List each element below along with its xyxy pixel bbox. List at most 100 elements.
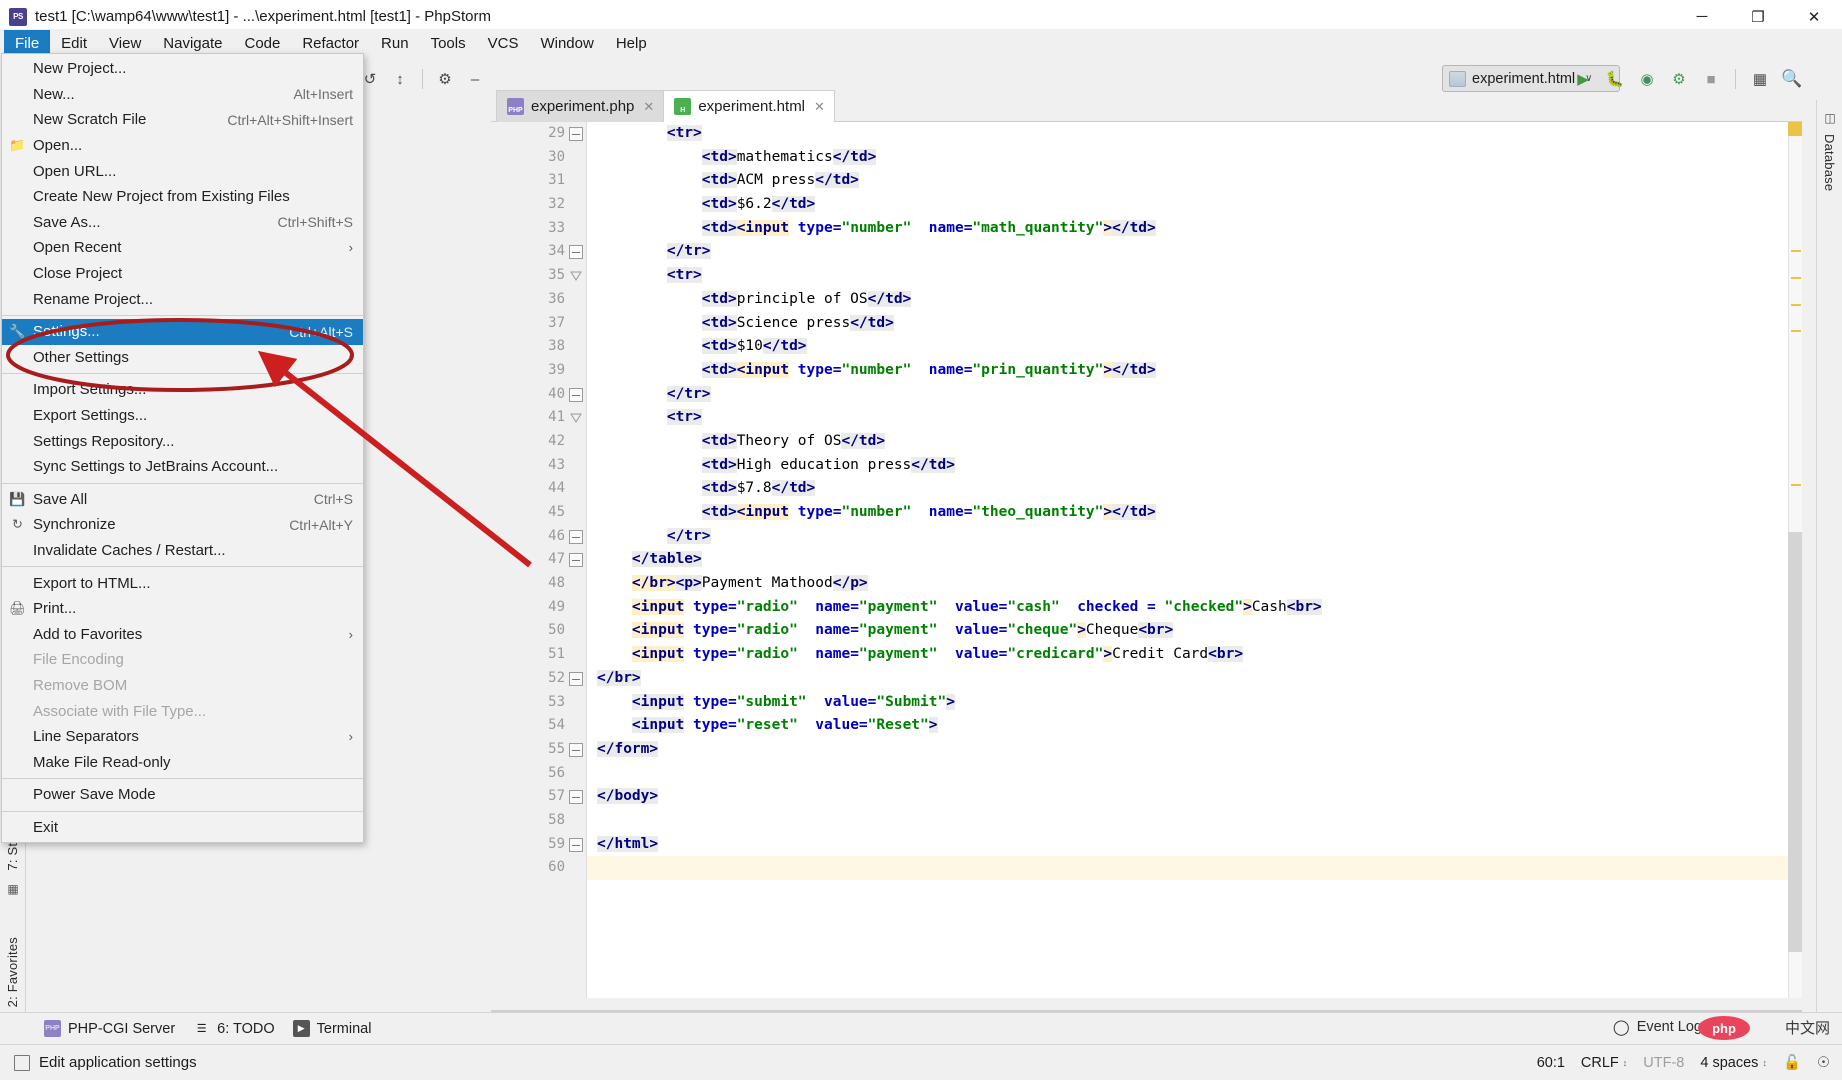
search-everywhere-icon[interactable]: 🔍 xyxy=(1778,65,1806,93)
fold-collapse-icon[interactable] xyxy=(569,127,583,141)
fold-open-icon[interactable] xyxy=(569,411,583,425)
code-line[interactable]: </table> xyxy=(587,548,1802,572)
file-menu-item-close-project[interactable]: Close Project xyxy=(2,261,363,287)
code-line[interactable]: <tr> xyxy=(587,264,1802,288)
file-menu-item-export-settings[interactable]: Export Settings... xyxy=(2,403,363,429)
code-line[interactable]: <input type="submit" value="Submit"> xyxy=(587,691,1802,715)
file-menu-item-exit[interactable]: Exit xyxy=(2,815,363,841)
code-line[interactable]: <td>$6.2</td> xyxy=(587,193,1802,217)
code-line[interactable]: <td>$7.8</td> xyxy=(587,477,1802,501)
file-menu-item-create-new-project-from-existing-files[interactable]: Create New Project from Existing Files xyxy=(2,184,363,210)
fold-collapse-icon[interactable] xyxy=(569,245,583,259)
bottom-tool-6-todo[interactable]: ☰6: TODO xyxy=(193,1020,274,1037)
code-line[interactable]: </br> xyxy=(587,667,1802,691)
code-line[interactable]: <td>High education press</td> xyxy=(587,454,1802,478)
fold-collapse-icon[interactable] xyxy=(569,672,583,686)
fold-open-icon[interactable] xyxy=(569,269,583,283)
caret-position[interactable]: 60:1 xyxy=(1537,1055,1565,1071)
code-line[interactable]: <td>ACM press</td> xyxy=(587,169,1802,193)
tab-close-icon[interactable]: ✕ xyxy=(814,99,825,115)
open-in-browser-icon[interactable]: ▦ xyxy=(1746,65,1774,93)
tab-close-icon[interactable]: ✕ xyxy=(643,99,654,115)
code-line[interactable] xyxy=(587,762,1802,786)
fold-collapse-icon[interactable] xyxy=(569,743,583,757)
code-line[interactable]: <td>$10</td> xyxy=(587,335,1802,359)
file-menu-item-sync-settings-to-jetbrains-account[interactable]: Sync Settings to JetBrains Account... xyxy=(2,454,363,480)
code-line[interactable]: </body> xyxy=(587,785,1802,809)
menu-run[interactable]: Run xyxy=(370,30,420,57)
code-line[interactable]: <input type="radio" name="payment" value… xyxy=(587,619,1802,643)
editor-tab-experiment-php[interactable]: PHPexperiment.php✕ xyxy=(496,90,664,122)
code-line[interactable]: </tr> xyxy=(587,383,1802,407)
profile-icon[interactable]: ⚙ xyxy=(1665,65,1693,93)
bottom-tool-php-cgi-server[interactable]: PHPPHP-CGI Server xyxy=(44,1020,175,1037)
fold-collapse-icon[interactable] xyxy=(569,388,583,402)
code-line[interactable]: </tr> xyxy=(587,240,1802,264)
menu-help[interactable]: Help xyxy=(605,30,658,57)
code-folding-column[interactable] xyxy=(565,122,587,998)
file-menu-item-line-separators[interactable]: Line Separators› xyxy=(2,724,363,750)
fold-collapse-icon[interactable] xyxy=(569,553,583,567)
code-line[interactable]: <tr> xyxy=(587,406,1802,430)
file-menu-item-invalidate-caches-restart[interactable]: Invalidate Caches / Restart... xyxy=(2,538,363,564)
fold-collapse-icon[interactable] xyxy=(569,838,583,852)
file-menu-item-save-all[interactable]: 💾Save AllCtrl+S xyxy=(2,487,363,513)
menu-window[interactable]: Window xyxy=(529,30,604,57)
file-menu-item-save-as[interactable]: Save As...Ctrl+Shift+S xyxy=(2,210,363,236)
file-menu-item-new-scratch-file[interactable]: New Scratch FileCtrl+Alt+Shift+Insert xyxy=(2,107,363,133)
run-icon[interactable]: ▶ xyxy=(1569,65,1597,93)
sidebar-item-database[interactable]: Database xyxy=(1822,134,1837,191)
editor-tab-experiment-html[interactable]: Hexperiment.html✕ xyxy=(663,90,835,122)
error-stripe-marker-bar[interactable] xyxy=(1788,122,1802,998)
hector-icon[interactable]: ☉ xyxy=(1817,1055,1830,1071)
file-menu-item-open-url[interactable]: Open URL... xyxy=(2,158,363,184)
fold-collapse-icon[interactable] xyxy=(569,530,583,544)
file-menu-item-make-file-read-only[interactable]: Make File Read-only xyxy=(2,749,363,775)
editor-scrollbar-thumb[interactable] xyxy=(1788,532,1802,952)
file-menu-item-export-to-html[interactable]: Export to HTML... xyxy=(2,570,363,596)
debug-icon[interactable]: 🐛 xyxy=(1601,65,1629,93)
line-separator[interactable]: CRLF ↕ xyxy=(1581,1055,1627,1071)
code-line[interactable] xyxy=(587,809,1802,833)
file-encoding[interactable]: UTF-8 xyxy=(1643,1055,1684,1071)
code-line[interactable]: </html> xyxy=(587,833,1802,857)
code-line[interactable]: <tr> xyxy=(587,122,1802,146)
file-menu-item-power-save-mode[interactable]: Power Save Mode xyxy=(2,782,363,808)
code-line[interactable]: </br><p>Payment Mathood</p> xyxy=(587,572,1802,596)
file-menu-item-print[interactable]: 🖨Print... xyxy=(2,596,363,622)
code-line[interactable]: <td><input type="number" name="prin_quan… xyxy=(587,359,1802,383)
code-line[interactable]: </tr> xyxy=(587,525,1802,549)
file-menu-item-synchronize[interactable]: ↻SynchronizeCtrl+Alt+Y xyxy=(2,512,363,538)
file-menu-item-open-recent[interactable]: Open Recent› xyxy=(2,235,363,261)
sidebar-item-favorites[interactable]: 2: Favorites xyxy=(5,937,20,1007)
file-menu-item-settings-repository[interactable]: Settings Repository... xyxy=(2,428,363,454)
code-line[interactable]: <td>Theory of OS</td> xyxy=(587,430,1802,454)
code-editor[interactable]: 2930313233343536373839404142434445464748… xyxy=(491,121,1802,998)
code-line[interactable]: <input type="reset" value="Reset"> xyxy=(587,714,1802,738)
code-line[interactable]: <td><input type="number" name="math_quan… xyxy=(587,217,1802,241)
settings-gear-icon[interactable]: ⚙ xyxy=(431,65,459,93)
indent-setting[interactable]: 4 spaces ↕ xyxy=(1700,1055,1767,1071)
fold-collapse-icon[interactable] xyxy=(569,790,583,804)
code-line[interactable]: <td>mathematics</td> xyxy=(587,146,1802,170)
file-menu-item-add-to-favorites[interactable]: Add to Favorites› xyxy=(2,621,363,647)
code-line[interactable]: <td>principle of OS</td> xyxy=(587,288,1802,312)
file-menu-dropdown[interactable]: New Project...New...Alt+InsertNew Scratc… xyxy=(1,53,364,843)
file-menu-item-new-project[interactable]: New Project... xyxy=(2,56,363,82)
unlock-icon[interactable]: 🔓 xyxy=(1783,1054,1801,1071)
file-menu-item-import-settings[interactable]: Import Settings... xyxy=(2,377,363,403)
code-line[interactable]: <td>Science press</td> xyxy=(587,312,1802,336)
code-line[interactable]: <input type="radio" name="payment" value… xyxy=(587,643,1802,667)
file-menu-item-settings[interactable]: 🔧Settings...Ctrl+Alt+S xyxy=(2,319,363,345)
code-content[interactable]: <tr> <td>mathematics</td> <td>ACM press<… xyxy=(587,122,1802,998)
menu-vcs[interactable]: VCS xyxy=(477,30,530,57)
collapse-icon[interactable]: ↕ xyxy=(386,65,414,93)
menu-tools[interactable]: Tools xyxy=(420,30,477,57)
file-menu-item-new[interactable]: New...Alt+Insert xyxy=(2,82,363,108)
file-menu-item-open[interactable]: 📁Open... xyxy=(2,133,363,159)
bottom-tool-terminal[interactable]: ▶Terminal xyxy=(293,1020,372,1037)
code-line[interactable]: <td><input type="number" name="theo_quan… xyxy=(587,501,1802,525)
code-line[interactable]: </form> xyxy=(587,738,1802,762)
stop-icon[interactable]: ■ xyxy=(1697,65,1725,93)
file-menu-item-other-settings[interactable]: Other Settings› xyxy=(2,345,363,371)
